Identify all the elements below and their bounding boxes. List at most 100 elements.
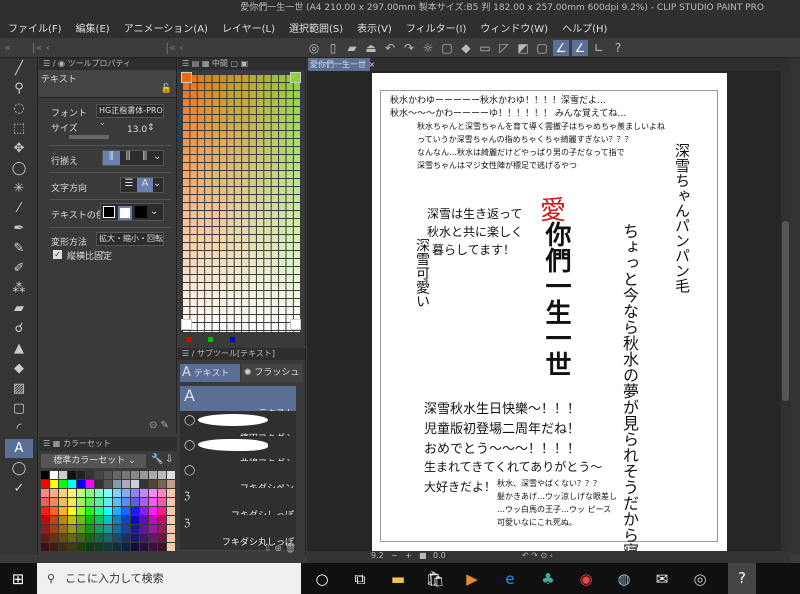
pencil-icon[interactable]: ✎ <box>5 239 33 258</box>
color-swatch[interactable] <box>95 543 103 551</box>
new-file-icon[interactable]: ▯ <box>325 40 341 56</box>
color-swatch[interactable] <box>131 507 139 515</box>
color-swatch[interactable] <box>140 489 148 497</box>
color-swatch[interactable] <box>77 480 85 488</box>
ruler-icon[interactable]: ◜ <box>5 419 33 438</box>
chevron-down-icon[interactable]: ⌄ <box>153 178 163 192</box>
color-swatch[interactable] <box>86 525 94 533</box>
correct-line-icon[interactable]: ✓ <box>5 479 33 498</box>
size-slider[interactable] <box>69 135 109 139</box>
color-swatch[interactable] <box>158 471 166 479</box>
redo-icon[interactable]: ↷ <box>401 40 417 56</box>
color-swatch[interactable] <box>104 525 112 533</box>
color-swatch[interactable] <box>122 480 130 488</box>
color-swatch[interactable] <box>104 498 112 506</box>
color-swatch[interactable] <box>122 471 130 479</box>
color-swatch[interactable] <box>149 525 157 533</box>
zoom-in-button[interactable]: + <box>405 551 412 560</box>
color-swatch[interactable] <box>77 534 85 542</box>
invert-selection-icon[interactable]: ◩ <box>515 40 531 56</box>
color-swatch[interactable] <box>77 471 85 479</box>
color-swatch[interactable] <box>122 516 130 524</box>
lasso-tool-icon[interactable]: ◯ <box>5 159 33 178</box>
color-swatch[interactable] <box>140 498 148 506</box>
color-swatch[interactable] <box>77 498 85 506</box>
chevron-down-icon[interactable]: ⌄ <box>153 151 163 165</box>
color-swatch[interactable] <box>149 516 157 524</box>
color-swatch[interactable] <box>68 525 76 533</box>
color-swatch[interactable] <box>77 489 85 497</box>
color-swatch[interactable] <box>86 543 94 551</box>
color-swatch[interactable] <box>50 498 58 506</box>
color-swatch[interactable] <box>104 516 112 524</box>
color-swatch[interactable] <box>104 471 112 479</box>
move-tool-icon[interactable]: ✥ <box>5 139 33 158</box>
size-value[interactable]: 13.0 <box>127 125 147 135</box>
corner-color-bottom-left[interactable] <box>181 319 192 330</box>
clear-icon[interactable]: ☼ <box>420 40 436 56</box>
import-icon[interactable]: ⇩ <box>165 454 173 465</box>
chrome-icon[interactable]: ◉ <box>576 569 596 589</box>
right-panel-collapsed[interactable] <box>790 58 800 555</box>
corner-color-bottom-right[interactable] <box>290 319 301 330</box>
snap-special-ruler-icon[interactable]: ∠ <box>572 40 588 56</box>
color-swatch[interactable] <box>95 525 103 533</box>
color-swatch[interactable] <box>140 534 148 542</box>
color-swatch[interactable] <box>41 534 49 542</box>
eyedropper-icon[interactable]: ⁄ <box>5 199 33 218</box>
color-swatch[interactable] <box>113 480 121 488</box>
color-swatch[interactable] <box>113 471 121 479</box>
color-swatch[interactable] <box>41 498 49 506</box>
color-swatch[interactable] <box>104 543 112 551</box>
color-swatch[interactable] <box>50 543 58 551</box>
lock-icon[interactable]: 🔓 <box>161 84 172 94</box>
color-swatch[interactable] <box>131 534 139 542</box>
color-swatch[interactable] <box>95 498 103 506</box>
tool-property-tab[interactable]: ☰ ∕ ◉ ツールプロパティ <box>39 58 176 70</box>
eraser-icon[interactable]: ▰ <box>5 299 33 318</box>
cortana-icon[interactable]: ○ <box>312 569 332 589</box>
color-swatch[interactable] <box>41 507 49 515</box>
color-swatch[interactable] <box>140 525 148 533</box>
color-swatch[interactable] <box>158 498 166 506</box>
corner-color-top-right[interactable] <box>290 72 301 83</box>
color-swatch[interactable] <box>158 516 166 524</box>
color-swatch[interactable] <box>122 543 130 551</box>
align-bottom-icon[interactable]: ⫼ <box>136 151 153 165</box>
color-swatch[interactable] <box>131 543 139 551</box>
color-swatch[interactable] <box>86 498 94 506</box>
menu-selection[interactable]: 選択範囲(S) <box>289 20 343 35</box>
color-swatch[interactable] <box>41 516 49 524</box>
color-swatch[interactable] <box>131 489 139 497</box>
paint-icon[interactable]: ◆ <box>5 359 33 378</box>
color-swatch[interactable] <box>122 489 130 497</box>
airbrush-icon[interactable]: ⁂ <box>5 279 33 298</box>
color-swatch[interactable] <box>140 543 148 551</box>
vertical-text-icon[interactable]: A <box>137 178 153 192</box>
color-set-tab[interactable]: ☰ ▦ カラーセット <box>39 437 177 451</box>
color-swatch[interactable] <box>86 471 94 479</box>
color-swatch[interactable] <box>131 498 139 506</box>
angle-value[interactable]: 0.0 <box>433 551 446 560</box>
store-icon[interactable]: 🛍 <box>425 569 445 589</box>
color-swatch[interactable] <box>41 471 49 479</box>
zoom-out-button[interactable]: − <box>391 551 398 560</box>
rotate-tool-icon[interactable]: ◌ <box>5 99 33 118</box>
color-swatch[interactable] <box>77 543 85 551</box>
color-swatch[interactable] <box>149 498 157 506</box>
pen-tool-icon[interactable]: ╱ <box>5 59 33 78</box>
color-swatch[interactable] <box>149 534 157 542</box>
color-swatch[interactable] <box>86 489 94 497</box>
color-swatch[interactable] <box>140 480 148 488</box>
color-swatch[interactable] <box>140 507 148 515</box>
color-swatch[interactable] <box>41 489 49 497</box>
color-swatch[interactable] <box>131 480 139 488</box>
color-swatch[interactable] <box>122 534 130 542</box>
settings-icon[interactable]: ⊙ ✎ <box>149 420 169 431</box>
color-swatch[interactable] <box>131 516 139 524</box>
app-icon[interactable]: ♣ <box>538 569 558 589</box>
color-swatch[interactable] <box>167 471 175 479</box>
mail-icon[interactable]: ✉ <box>652 569 672 589</box>
menu-view[interactable]: 表示(V) <box>357 20 392 35</box>
color-swatch[interactable] <box>50 534 58 542</box>
